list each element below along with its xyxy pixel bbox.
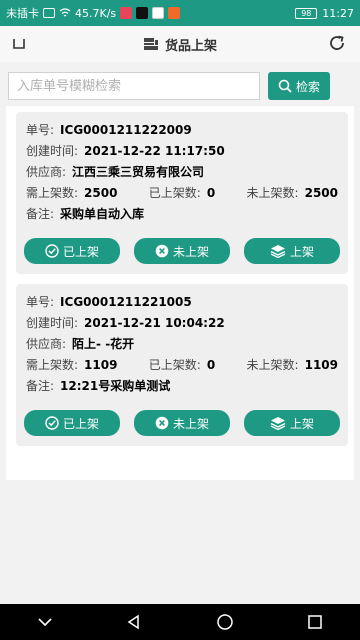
- shelved-button[interactable]: 已上架: [24, 238, 120, 264]
- check-circle-icon: [45, 244, 59, 258]
- record-card: 单号: ICG0001211221005 创建时间: 2021-12-21 10:0…: [16, 284, 348, 446]
- shelve-button[interactable]: 上架: [244, 238, 340, 264]
- created-time: 2021-12-22 11:17:50: [84, 144, 225, 158]
- need-label: 需上架数:: [26, 358, 79, 372]
- record-list: 单号: ICG0001211222009 创建时间: 2021-12-22 11:1…: [6, 106, 354, 480]
- app-notification-icon: [120, 7, 133, 19]
- sim-icon: [43, 8, 55, 18]
- wifi-icon: [59, 8, 71, 17]
- back-icon[interactable]: [12, 36, 26, 50]
- need-qty: 1109: [84, 358, 118, 372]
- created-time: 2021-12-21 10:04:22: [84, 316, 225, 330]
- created-label: 创建时间:: [26, 144, 79, 158]
- chevron-down-icon[interactable]: [37, 616, 53, 628]
- search-button[interactable]: 检索: [268, 72, 330, 100]
- record-card: 单号: ICG0001211222009 创建时间: 2021-12-22 11:1…: [16, 112, 348, 274]
- page-title: 货品上架: [164, 38, 217, 54]
- tiktok-icon: [136, 7, 149, 19]
- left-label: 未上架数:: [246, 186, 299, 200]
- shelf-icon: [143, 38, 158, 50]
- order-no: ICG0001211221005: [60, 295, 192, 309]
- recents-square-icon[interactable]: [307, 614, 323, 630]
- shelve-button-label: 上架: [289, 416, 314, 431]
- check-circle-icon: [45, 416, 59, 430]
- shelved-button[interactable]: 已上架: [24, 410, 120, 436]
- created-label: 创建时间:: [26, 316, 79, 330]
- close-circle-icon: [155, 416, 169, 430]
- unshelved-button[interactable]: 未上架: [134, 410, 230, 436]
- done-qty: 0: [206, 186, 216, 200]
- remark: 12:21号采购单测试: [60, 379, 171, 393]
- need-qty: 2500: [84, 186, 118, 200]
- left-qty: 1109: [304, 358, 338, 372]
- shelved-button-label: 已上架: [62, 416, 99, 431]
- done-label: 已上架数:: [148, 186, 201, 200]
- layers-icon: [270, 245, 286, 258]
- clock: 11:27: [322, 6, 354, 20]
- order-no-label: 单号:: [26, 123, 55, 137]
- system-nav-bar: [0, 604, 360, 640]
- unshelved-button[interactable]: 未上架: [134, 238, 230, 264]
- shelve-button[interactable]: 上架: [244, 410, 340, 436]
- status-bar: 未插卡 45.7K/s 98 11:27: [0, 0, 360, 26]
- done-label: 已上架数:: [148, 358, 201, 372]
- search-row: 检索: [8, 70, 352, 102]
- need-label: 需上架数:: [26, 186, 79, 200]
- unshelved-button-label: 未上架: [172, 244, 209, 259]
- refresh-icon[interactable]: [328, 34, 346, 52]
- card-actions: 已上架 未上架 上架: [24, 238, 340, 264]
- card-actions: 已上架 未上架 上架: [24, 410, 340, 436]
- order-no-label: 单号:: [26, 295, 55, 309]
- network-speed: 45.7K/s: [75, 6, 117, 20]
- search-icon: [278, 79, 292, 93]
- left-qty: 2500: [304, 186, 338, 200]
- shelve-button-label: 上架: [289, 244, 314, 259]
- app-notification-icon: [168, 7, 181, 19]
- supplier: 江西三乘三贸易有限公司: [72, 165, 205, 179]
- shelved-button-label: 已上架: [62, 244, 99, 259]
- app-notification-icon: [152, 7, 165, 19]
- supplier: 陌上- -花开: [72, 337, 135, 351]
- done-qty: 0: [206, 358, 216, 372]
- home-circle-icon[interactable]: [216, 613, 234, 631]
- carrier-text: 未插卡: [6, 7, 39, 20]
- layers-icon: [270, 417, 286, 430]
- back-triangle-icon[interactable]: [126, 614, 142, 630]
- order-no: ICG0001211222009: [60, 123, 192, 137]
- unshelved-button-label: 未上架: [172, 416, 209, 431]
- close-circle-icon: [155, 244, 169, 258]
- battery-icon: 98: [295, 7, 318, 19]
- supplier-label: 供应商:: [26, 337, 67, 351]
- search-button-label: 检索: [295, 79, 320, 94]
- app-bar: 货品上架: [0, 26, 360, 62]
- title-wrap: 货品上架: [143, 35, 217, 54]
- search-input[interactable]: [8, 72, 260, 100]
- remark-label: 备注:: [26, 207, 55, 221]
- remark: 采购单自动入库: [60, 207, 145, 221]
- supplier-label: 供应商:: [26, 165, 67, 179]
- remark-label: 备注:: [26, 379, 55, 393]
- left-label: 未上架数:: [246, 358, 299, 372]
